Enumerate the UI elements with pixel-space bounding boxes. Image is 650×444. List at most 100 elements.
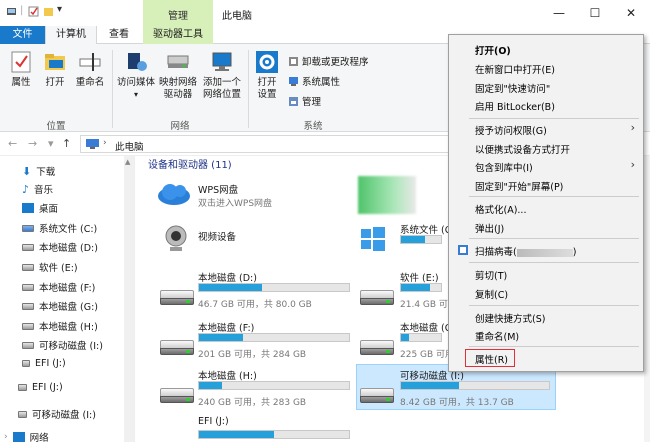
menu-item-eject[interactable]: 弹出(J)	[475, 221, 504, 235]
menu-item-copy[interactable]: 复制(C)	[475, 287, 508, 301]
nav-item-removable[interactable]: 可移动磁盘 (I:)	[18, 407, 96, 421]
group-label-location: 位置	[46, 121, 66, 132]
nav-item-drive-h[interactable]: 本地磁盘 (H:)	[22, 319, 98, 333]
drive-h-usage-fill	[199, 382, 222, 389]
hard-drive-icon	[22, 283, 34, 291]
tab-view[interactable]: 查看	[100, 26, 138, 44]
open-button[interactable]: 打开	[40, 50, 70, 89]
expand-chevron-icon: ›	[4, 432, 8, 442]
menu-item-cut[interactable]: 剪切(T)	[475, 268, 507, 282]
nav-item-drive-g[interactable]: 本地磁盘 (G:)	[22, 299, 98, 313]
menu-item-pin-start[interactable]: 固定到"开始"屏幕(P)	[475, 179, 563, 193]
drive-e-name[interactable]: 软件 (E:)	[400, 270, 439, 284]
back-arrow-icon[interactable]: ←	[8, 137, 17, 150]
map-network-drive-button[interactable]: 映射网络 驱动器	[158, 50, 198, 101]
tab-drive-tools[interactable]: 驱动器工具	[143, 26, 213, 44]
nav-item-drive-c[interactable]: 系统文件 (C:)	[22, 221, 97, 235]
music-note-icon: ♪	[22, 182, 30, 196]
removable-drive-i-icon	[360, 388, 394, 404]
tab-computer[interactable]: 计算机	[45, 26, 97, 45]
map-drive-label-2: 驱动器	[163, 89, 193, 100]
group-separator	[112, 50, 113, 128]
app-icon[interactable]	[358, 176, 416, 214]
recent-dropdown-icon[interactable]: ▾	[48, 137, 54, 150]
nav-item-drive-i[interactable]: 可移动磁盘 (I:)	[22, 338, 103, 352]
open-settings-button[interactable]: 打开 设置	[252, 50, 282, 101]
menu-item-portable-open[interactable]: 以便携式设备方式打开	[475, 142, 570, 156]
hard-drive-icon	[22, 360, 30, 367]
menu-item-include-library[interactable]: 包含到库中(I)	[475, 160, 533, 174]
antivirus-shield-icon	[457, 244, 469, 259]
drive-d-usage-fill	[199, 284, 262, 291]
menu-item-properties[interactable]: 属性(R)	[475, 352, 508, 366]
menu-separator	[469, 238, 639, 239]
drive-d-name[interactable]: 本地磁盘 (D:)	[198, 270, 257, 284]
menu-item-pin-quick-access[interactable]: 固定到"快速访问"	[475, 81, 550, 95]
quick-access-dropdown-icon[interactable]: ▾	[57, 4, 62, 15]
up-arrow-icon[interactable]: ↑	[62, 137, 71, 150]
hard-drive-e-icon	[360, 290, 394, 306]
drive-i-info: 8.42 GB 可用，共 13.7 GB	[400, 398, 514, 408]
uninstall-programs-button[interactable]: 卸载或更改程序	[288, 54, 369, 68]
drive-j-name[interactable]: EFI (J:)	[198, 416, 229, 427]
nav-item-drive-e[interactable]: 软件 (E:)	[22, 260, 78, 274]
desktop-icon	[22, 203, 34, 213]
nav-item-drive-d[interactable]: 本地磁盘 (D:)	[22, 240, 98, 254]
properties-label: 属性	[11, 77, 31, 88]
title-bar: | ▾ 管理 此电脑 — ☐ ✕	[0, 0, 650, 26]
wps-cloud-icon	[156, 180, 192, 209]
close-button[interactable]: ✕	[613, 0, 649, 26]
rename-icon	[78, 50, 102, 74]
nav-item-drive-j[interactable]: EFI (J:)	[22, 358, 66, 369]
forward-arrow-icon[interactable]: →	[28, 137, 37, 150]
group-separator	[248, 50, 249, 128]
drive-c-usage-bar	[400, 235, 442, 244]
nav-item-downloads[interactable]: ⬇ 下载	[22, 164, 56, 179]
menu-item-give-access[interactable]: 授予访问权限(G)	[475, 123, 547, 137]
minimize-button[interactable]: —	[541, 0, 577, 26]
nav-scrollbar[interactable]: ▲	[124, 156, 134, 442]
scan-virus-label: 扫描病毒(	[475, 247, 517, 258]
nav-label: 下载	[36, 167, 56, 178]
removable-drive-icon	[22, 341, 34, 349]
network-location-icon	[210, 50, 234, 74]
navigation-pane: ⬇ 下载 ♪ 音乐 桌面 系统文件 (C:) 本地磁盘 (D:) 软件 (E:)…	[0, 156, 135, 444]
drive-f-name[interactable]: 本地磁盘 (F:)	[198, 320, 254, 334]
rename-button[interactable]: 重命名	[72, 50, 108, 89]
menu-item-bitlocker[interactable]: 启用 BitLocker(B)	[475, 99, 555, 113]
system-drive-icon	[22, 224, 34, 232]
section-header[interactable]: 设备和驱动器 (11)	[148, 156, 232, 171]
open-folder-icon	[43, 50, 67, 74]
nav-item-drive-f[interactable]: 本地磁盘 (F:)	[22, 280, 95, 294]
wps-name[interactable]: WPS网盘	[198, 182, 238, 196]
tab-file[interactable]: 文件	[0, 26, 45, 44]
menu-item-open[interactable]: 打开(O)	[475, 43, 511, 57]
drive-h-name[interactable]: 本地磁盘 (H:)	[198, 368, 257, 382]
nav-item-efi[interactable]: EFI (J:)	[18, 382, 63, 393]
menu-item-rename[interactable]: 重命名(M)	[475, 329, 519, 343]
menu-separator	[469, 346, 639, 347]
menu-item-format[interactable]: 格式化(A)...	[475, 202, 526, 216]
system-properties-button[interactable]: 系统属性	[288, 74, 340, 88]
add-network-location-button[interactable]: 添加一个 网络位置	[200, 50, 244, 101]
properties-button[interactable]: 属性	[4, 50, 38, 89]
nav-label: 可移动磁盘 (I:)	[32, 410, 96, 421]
nav-label: EFI (J:)	[32, 382, 63, 393]
drive-j-usage-fill	[199, 431, 274, 438]
manage-button[interactable]: 管理	[288, 94, 321, 108]
nav-item-desktop[interactable]: 桌面	[22, 201, 58, 215]
address-input[interactable]: › 此电脑	[80, 135, 460, 153]
hard-drive-icon	[22, 263, 34, 271]
content-scrollbar[interactable]	[644, 156, 650, 442]
properties-quick-icon[interactable]	[28, 6, 39, 17]
menu-item-open-new-window[interactable]: 在新窗口中打开(E)	[475, 62, 555, 76]
scroll-up-icon[interactable]: ▲	[125, 158, 130, 166]
access-media-button[interactable]: 访问媒体▾	[116, 50, 156, 101]
nav-item-music[interactable]: ♪ 音乐	[22, 182, 53, 197]
windows-logo-icon	[358, 224, 388, 257]
menu-item-create-shortcut[interactable]: 创建快捷方式(S)	[475, 311, 545, 325]
new-folder-quick-icon[interactable]	[43, 6, 54, 17]
maximize-button[interactable]: ☐	[577, 0, 613, 26]
menu-item-scan-virus[interactable]: 扫描病毒()	[475, 244, 576, 258]
video-device-name[interactable]: 视频设备	[198, 229, 236, 243]
